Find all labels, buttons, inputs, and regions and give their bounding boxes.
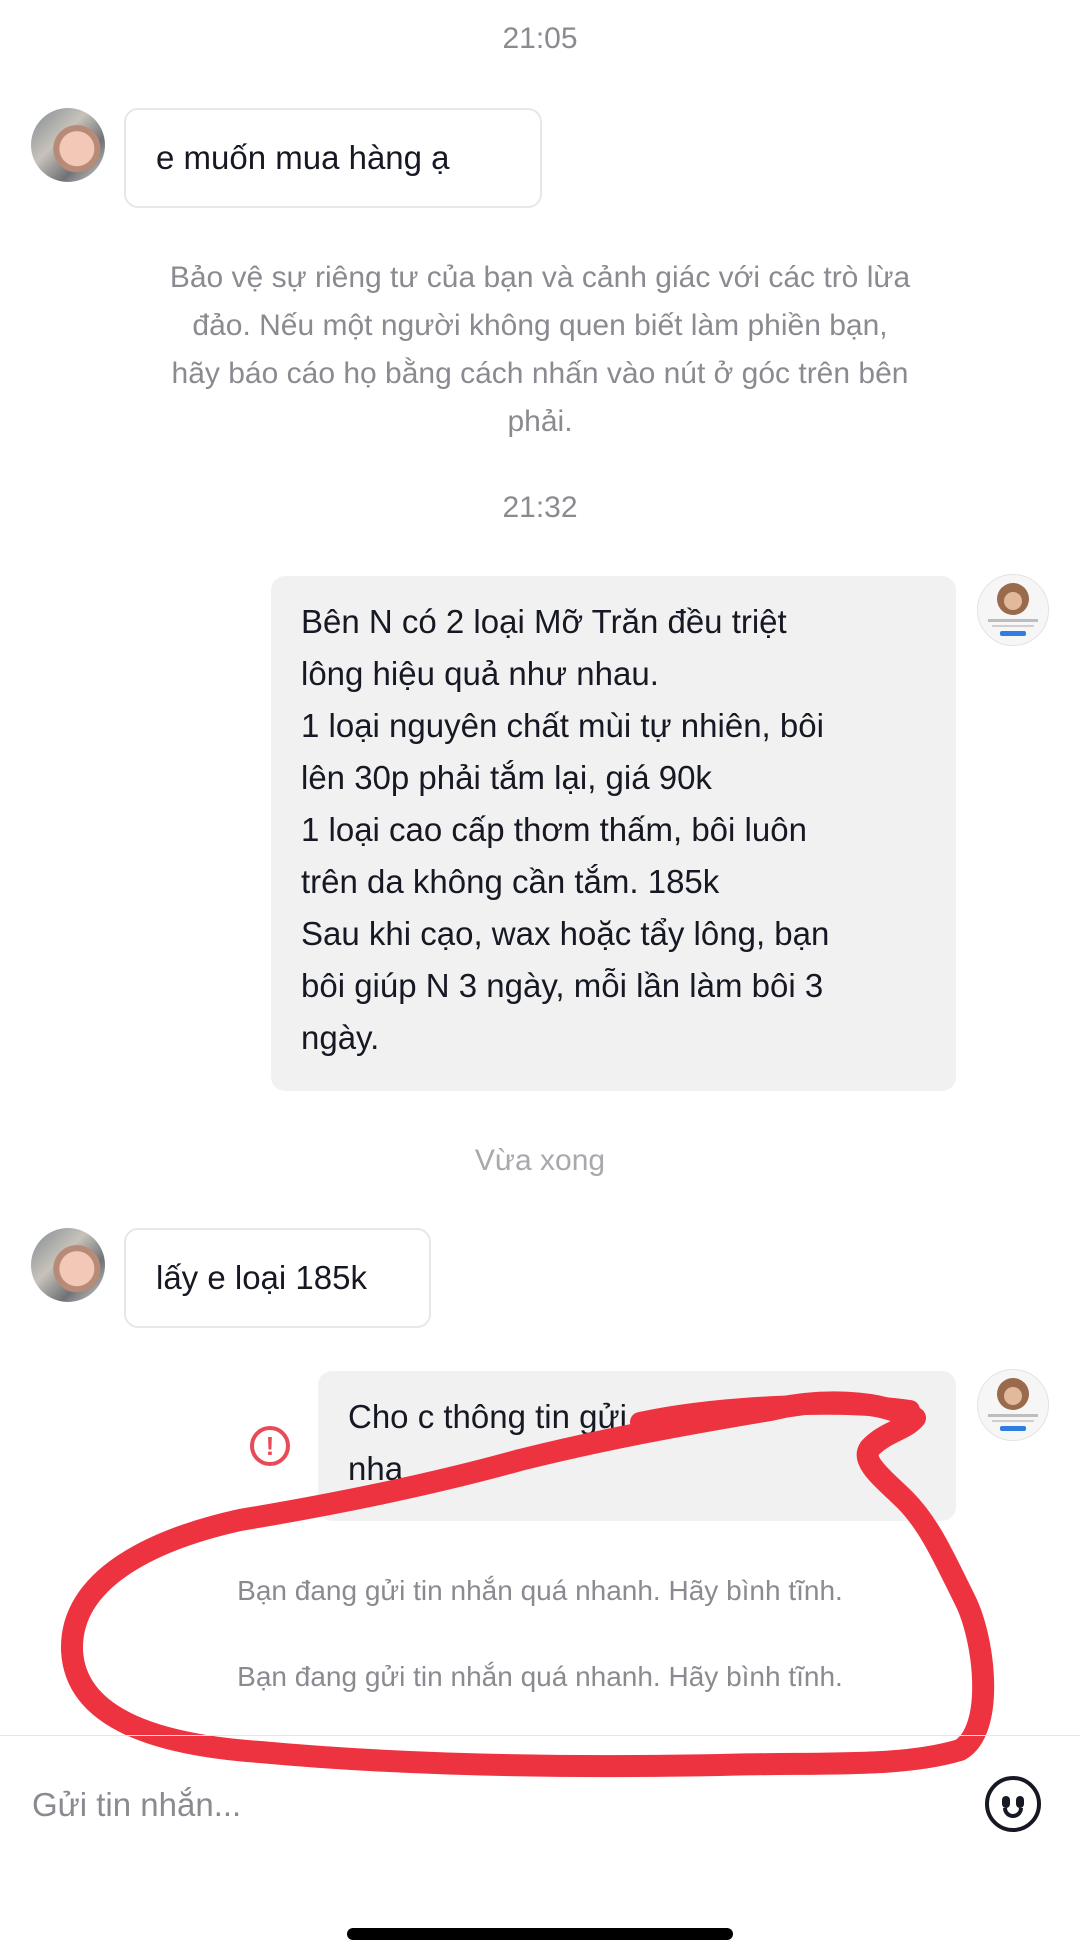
red-annotation-scribble	[60, 1391, 995, 1778]
smiley-face-icon[interactable]	[985, 1776, 1041, 1832]
input-divider	[0, 1735, 1080, 1736]
message-input-placeholder: Gửi tin nhắn...	[32, 1786, 242, 1823]
message-input[interactable]: Gửi tin nhắn...	[32, 1780, 932, 1830]
home-indicator[interactable]	[347, 1928, 733, 1940]
